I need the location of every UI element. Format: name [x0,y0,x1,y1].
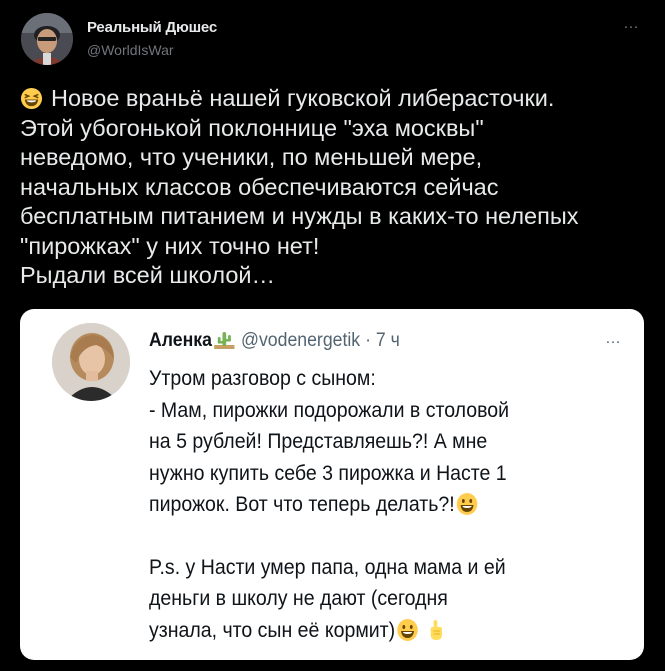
quoted-line-with-emoji: пирожок. Вот что теперь делать?! [149,489,595,521]
author-display-name[interactable]: Реальный Дюшес [87,19,217,36]
tweet-line: Рыдали всей школой… [20,262,276,288]
tweet: Реальный Дюшес @WorldIsWar … Новое врань… [0,0,665,671]
quoted-separator: · [365,330,371,351]
tweet-line: "пирожках" у них точно нет! [20,232,320,259]
quoted-tweet-text: Утром разговор с сыном: - Мам, пирожки п… [149,363,595,646]
quoted-header: Аленка @vodenergetik · 7 ч [149,329,400,353]
quoted-line: - Мам, пирожки подорожали в столовой [149,398,510,422]
quoted-tweet-card[interactable]: Аленка @vodenergetik · 7 ч … Утром разго… [20,309,644,660]
cactus-icon [213,329,235,349]
quoted-line-with-emoji: узнала, что сын её кормит) [149,615,595,647]
quoted-line: на 5 рублей! Представляешь?! А мне [149,430,488,453]
quoted-more-icon[interactable]: … [600,329,626,349]
tweet-line: начальных классов обеспечиваются сейчас [20,173,499,200]
author-avatar[interactable] [21,13,73,65]
quoted-line: деньги в школу не дают (сегодня [149,587,448,610]
quoted-line: Утром разговор с сыном: [149,367,376,390]
quoted-display-name[interactable]: Аленка [149,330,212,351]
laughing-face-icon [20,87,43,110]
author-handle[interactable]: @WorldIsWar [87,42,174,58]
quoted-line: пирожок. Вот что теперь делать?! [149,493,455,516]
tweet-line: Новое враньё нашей гуковской либерасточк… [51,85,555,111]
quoted-line: P.s. у Насти умер папа, одна мама и ей [149,555,506,579]
quoted-author-avatar[interactable] [52,323,130,401]
more-options-icon[interactable]: … [618,14,644,34]
quoted-handle[interactable]: @vodenergetik [241,330,360,351]
quoted-line: узнала, что сын её кормит) [149,618,396,642]
tweet-text: Новое враньё нашей гуковской либерасточк… [20,84,645,291]
pointing-up-hand-icon [425,618,447,642]
grinning-face-icon [396,618,418,642]
quoted-line: нужно купить себе 3 пирожка и Насте 1 [149,461,507,485]
grinning-face-icon [456,492,478,516]
tweet-line: неведомо, что ученики, по меньшей мере, [20,144,483,170]
tweet-line: Этой убогонькой поклоннице "эха москвы" [20,114,484,141]
quoted-timestamp[interactable]: 7 ч [376,330,400,351]
tweet-line: бесплатным питанием и нужды в каких-то н… [20,203,579,229]
